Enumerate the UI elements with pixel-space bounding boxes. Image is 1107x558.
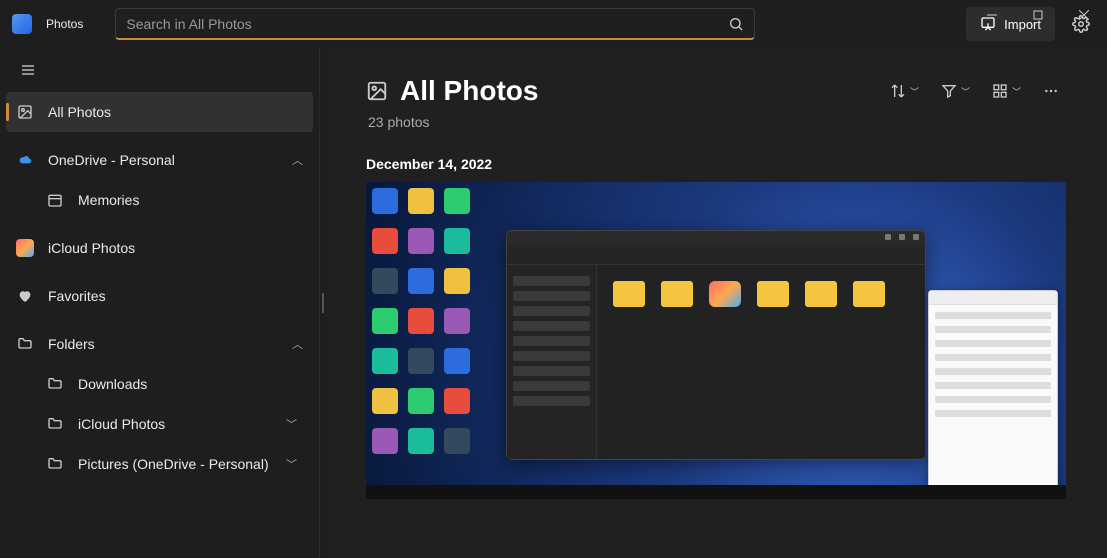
sidebar-item-icloud[interactable]: iCloud Photos bbox=[6, 228, 313, 268]
folder-icon bbox=[46, 375, 64, 393]
folder-icon bbox=[46, 455, 64, 473]
search-icon[interactable] bbox=[728, 16, 744, 32]
hamburger-button[interactable] bbox=[8, 50, 48, 90]
folder-icon bbox=[46, 415, 64, 433]
sidebar-item-all-photos[interactable]: All Photos bbox=[6, 92, 313, 132]
sidebar-item-label: Favorites bbox=[48, 288, 106, 304]
more-button[interactable] bbox=[1035, 74, 1067, 108]
chevron-up-icon: ︿ bbox=[292, 336, 303, 352]
sort-button[interactable]: ﹀ bbox=[882, 74, 927, 108]
search-input[interactable] bbox=[126, 16, 728, 32]
app-title: Photos bbox=[46, 17, 83, 31]
grid-icon bbox=[992, 83, 1008, 99]
sidebar-item-pictures-onedrive[interactable]: Pictures (OneDrive - Personal) ﹀ bbox=[36, 444, 307, 484]
sidebar-item-folders[interactable]: Folders ︿ bbox=[6, 324, 313, 364]
app-icon bbox=[12, 14, 32, 34]
cloud-icon bbox=[16, 151, 34, 169]
window-controls bbox=[969, 0, 1107, 30]
chevron-down-icon: ﹀ bbox=[961, 85, 970, 98]
icloud-icon bbox=[16, 239, 34, 257]
sidebar-item-label: Folders bbox=[48, 336, 95, 352]
sidebar-item-label: iCloud Photos bbox=[78, 416, 165, 432]
content: All Photos ﹀ ﹀ ﹀ 23 photos bbox=[326, 48, 1107, 558]
sidebar-item-label: OneDrive - Personal bbox=[48, 152, 175, 168]
sidebar-item-label: Memories bbox=[78, 192, 139, 208]
chevron-down-icon: ﹀ bbox=[910, 85, 919, 98]
calendar-icon bbox=[46, 191, 64, 209]
minimize-icon bbox=[987, 10, 997, 20]
view-button[interactable]: ﹀ bbox=[984, 74, 1029, 108]
chevron-down-icon: ﹀ bbox=[286, 456, 297, 472]
sort-icon bbox=[890, 83, 906, 99]
heart-icon bbox=[16, 287, 34, 305]
chevron-down-icon: ﹀ bbox=[286, 416, 297, 432]
sidebar-item-favorites[interactable]: Favorites bbox=[6, 276, 313, 316]
sidebar: All Photos OneDrive - Personal ︿ Memorie… bbox=[0, 48, 320, 558]
sidebar-item-downloads[interactable]: Downloads bbox=[36, 364, 307, 404]
page-title: All Photos bbox=[400, 75, 538, 107]
close-icon bbox=[1079, 10, 1089, 20]
filter-icon bbox=[941, 83, 957, 99]
chevron-down-icon: ﹀ bbox=[1012, 85, 1021, 98]
sidebar-item-onedrive[interactable]: OneDrive - Personal ︿ bbox=[6, 140, 313, 180]
sidebar-item-memories[interactable]: Memories bbox=[36, 180, 307, 220]
sidebar-item-label: Pictures (OneDrive - Personal) bbox=[78, 456, 269, 472]
minimize-button[interactable] bbox=[969, 0, 1015, 30]
folder-icon bbox=[16, 335, 34, 353]
close-button[interactable] bbox=[1061, 0, 1107, 30]
titlebar: Photos Import bbox=[0, 0, 1107, 48]
chevron-up-icon: ︿ bbox=[292, 152, 303, 168]
content-header: All Photos ﹀ ﹀ ﹀ bbox=[366, 74, 1067, 108]
maximize-icon bbox=[1033, 10, 1043, 20]
photo-icon bbox=[366, 80, 388, 102]
main: All Photos OneDrive - Personal ︿ Memorie… bbox=[0, 48, 1107, 558]
photo-count: 23 photos bbox=[368, 114, 1067, 130]
more-icon bbox=[1043, 83, 1059, 99]
filter-button[interactable]: ﹀ bbox=[933, 74, 978, 108]
sidebar-item-icloud-folder[interactable]: iCloud Photos ﹀ bbox=[36, 404, 307, 444]
search-box[interactable] bbox=[115, 8, 755, 40]
sidebar-item-label: iCloud Photos bbox=[48, 240, 135, 256]
hamburger-icon bbox=[20, 62, 36, 78]
date-header: December 14, 2022 bbox=[366, 156, 1067, 172]
sidebar-item-label: Downloads bbox=[78, 376, 147, 392]
photo-thumbnail[interactable] bbox=[366, 182, 1066, 499]
photo-grid bbox=[366, 182, 1067, 499]
photo-icon bbox=[16, 103, 34, 121]
content-toolbar: ﹀ ﹀ ﹀ bbox=[882, 74, 1067, 108]
sidebar-splitter[interactable] bbox=[320, 48, 326, 558]
maximize-button[interactable] bbox=[1015, 0, 1061, 30]
sidebar-item-label: All Photos bbox=[48, 104, 111, 120]
